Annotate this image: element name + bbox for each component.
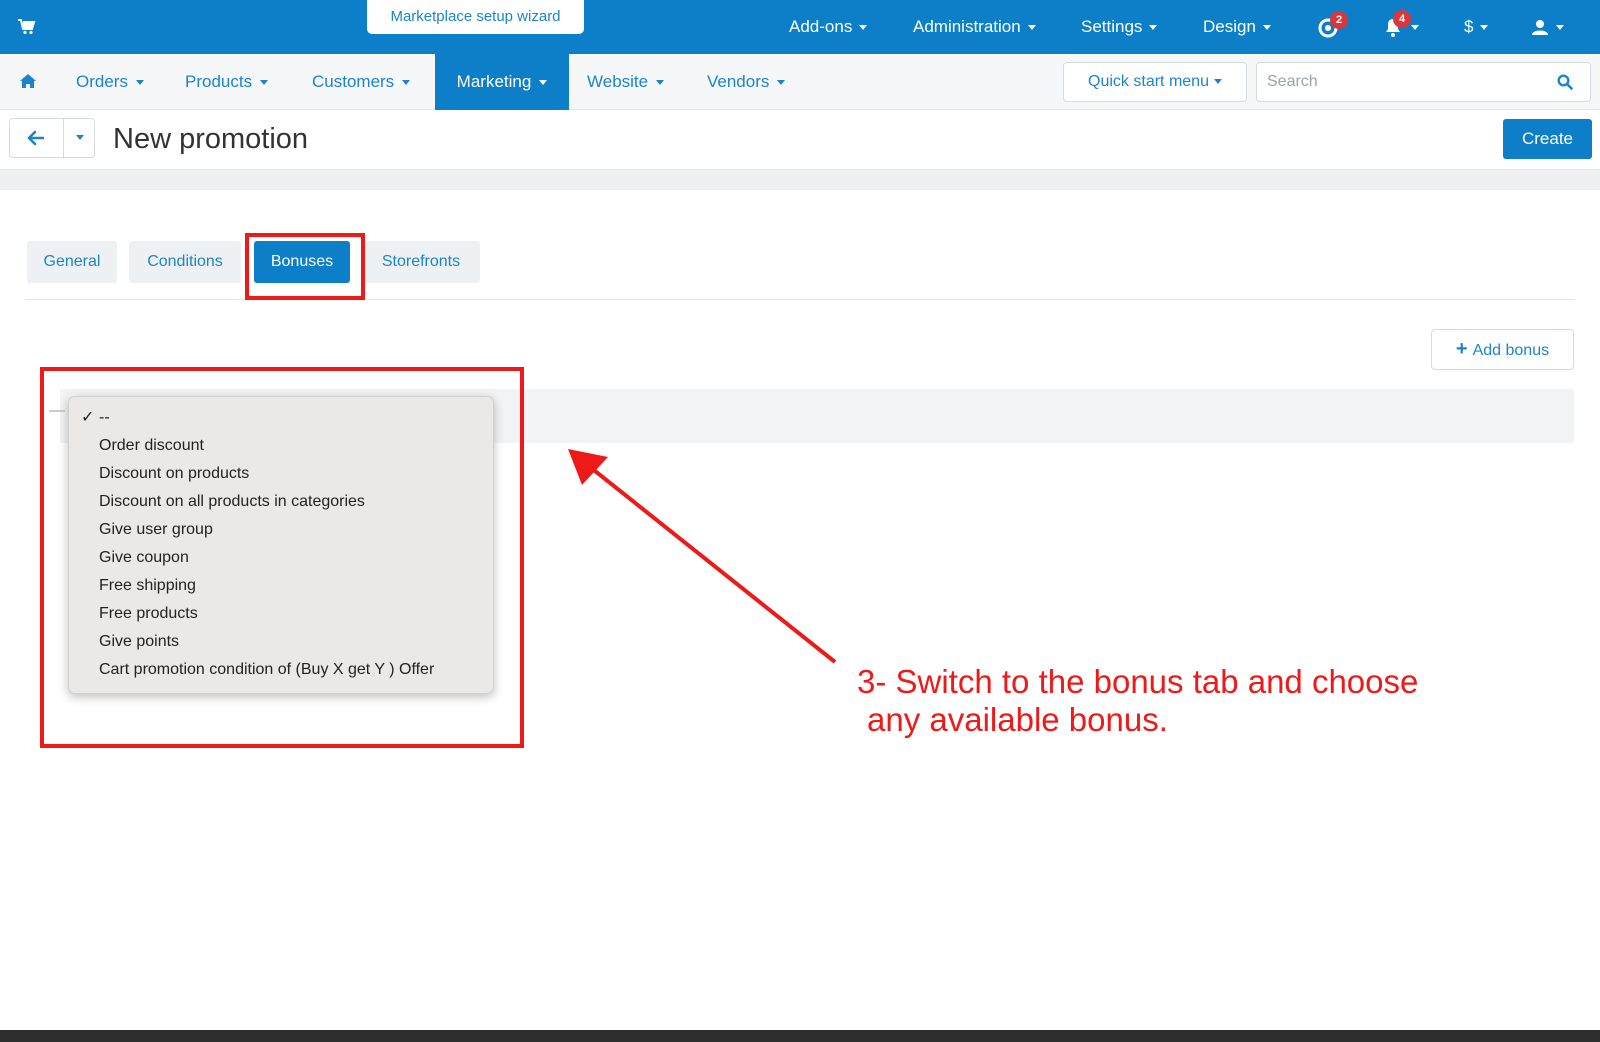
home-icon[interactable] [19, 73, 37, 89]
menu-settings-label: Settings [1081, 17, 1143, 36]
nav-customers-label: Customers [312, 72, 395, 91]
menu-administration[interactable]: Administration [913, 0, 1036, 54]
chevron-down-icon [539, 80, 548, 86]
nav-website-label: Website [587, 72, 649, 91]
help-button[interactable]: 2 [1318, 11, 1348, 40]
menu-settings[interactable]: Settings [1081, 0, 1158, 54]
chevron-down-icon [1411, 25, 1419, 30]
chevron-down-icon [1213, 79, 1222, 85]
chevron-down-icon [260, 80, 269, 86]
create-button[interactable]: Create [1503, 119, 1592, 159]
tab-storefronts[interactable]: Storefronts [362, 241, 480, 283]
back-button-group [9, 118, 95, 158]
chevron-down-icon [1556, 25, 1564, 30]
title-bar-shadow [0, 170, 1600, 190]
plus-icon: + [1455, 338, 1468, 360]
chevron-down-icon [135, 80, 144, 86]
annotation-line-2: any available bonus. [867, 701, 1168, 738]
menu-addons-label: Add-ons [789, 17, 853, 36]
quick-start-menu[interactable]: Quick start menu [1063, 62, 1247, 102]
title-bar: New promotion Create [0, 111, 1600, 170]
marketplace-setup-wizard-link[interactable]: Marketplace setup wizard [367, 0, 584, 34]
chevron-down-icon [1262, 24, 1271, 30]
nav-customers[interactable]: Customers [312, 54, 411, 110]
menu-design[interactable]: Design [1203, 0, 1271, 54]
quick-start-label: Quick start menu [1088, 73, 1209, 90]
annotation-line-1: 3- Switch to the bonus tab and choose [857, 663, 1419, 700]
user-icon [1532, 20, 1548, 35]
top-bar: Marketplace setup wizard Add-ons Adminis… [0, 0, 1600, 54]
nav-orders-label: Orders [76, 72, 128, 91]
nav-vendors-label: Vendors [707, 72, 770, 91]
nav-orders[interactable]: Orders [76, 54, 144, 110]
search-button[interactable] [1539, 62, 1591, 102]
annotation-text: 3- Switch to the bonus tab and choose an… [857, 663, 1418, 739]
chevron-down-icon [1480, 24, 1489, 30]
chevron-down-icon [1027, 24, 1036, 30]
bottom-edge [0, 1030, 1600, 1042]
tab-conditions[interactable]: Conditions [129, 241, 241, 283]
annotation-arrow-icon [568, 449, 837, 664]
help-badge: 2 [1330, 11, 1348, 29]
nav-marketing-label: Marketing [456, 72, 532, 91]
arrow-left-icon [27, 130, 45, 146]
notifications-button[interactable]: 4 [1384, 10, 1424, 39]
chevron-down-icon [859, 24, 868, 30]
user-menu[interactable] [1532, 19, 1572, 39]
search-input[interactable] [1256, 62, 1540, 102]
search-icon [1557, 74, 1573, 90]
chevron-down-icon [402, 80, 411, 86]
currency-label: $ [1464, 17, 1474, 36]
chevron-down-icon [656, 80, 665, 86]
add-bonus-button[interactable]: + Add bonus [1431, 329, 1574, 370]
add-bonus-label: Add bonus [1472, 342, 1550, 359]
nav-marketing[interactable]: Marketing [435, 54, 569, 110]
nav-vendors[interactable]: Vendors [707, 54, 786, 110]
chevron-down-icon [1149, 24, 1158, 30]
menu-design-label: Design [1203, 17, 1256, 36]
chevron-down-icon [777, 80, 786, 86]
shopping-cart-icon[interactable] [18, 19, 38, 35]
highlight-box-dropdown [40, 367, 524, 748]
back-button[interactable] [10, 119, 64, 157]
main-nav: Orders Products Customers Marketing Webs… [0, 54, 1600, 110]
nav-products-label: Products [185, 72, 253, 91]
notifications-badge: 4 [1393, 10, 1411, 28]
page: Marketplace setup wizard Add-ons Adminis… [0, 0, 1600, 1042]
highlight-box-bonuses-tab [245, 233, 365, 300]
tab-general[interactable]: General [27, 241, 117, 283]
nav-website[interactable]: Website [587, 54, 665, 110]
page-title: New promotion [113, 123, 309, 155]
nav-products[interactable]: Products [185, 54, 269, 110]
menu-addons[interactable]: Add-ons [789, 0, 868, 54]
currency-menu[interactable]: $ [1464, 0, 1489, 54]
menu-administration-label: Administration [913, 17, 1021, 36]
back-history-dropdown[interactable] [66, 119, 94, 157]
